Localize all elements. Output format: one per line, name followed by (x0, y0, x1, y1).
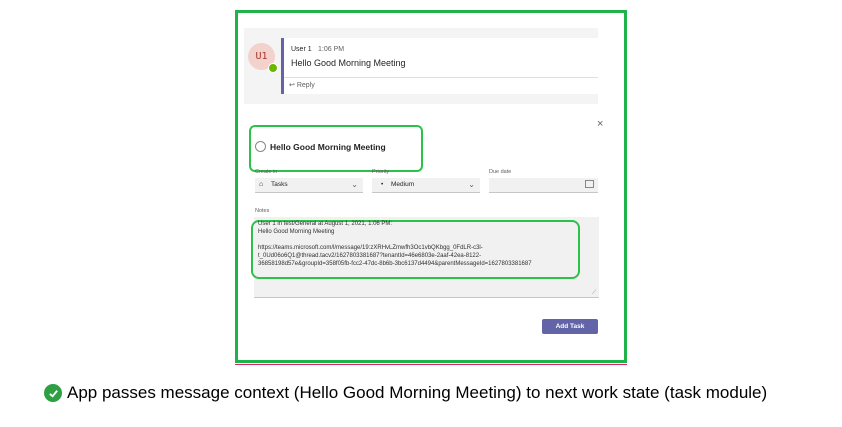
notes-line: 36858198d57e&groupId=358f05fb-fcc2-47dc-… (258, 261, 532, 267)
notes-line: Hello Good Morning Meeting (258, 229, 335, 235)
presence-status-icon (268, 63, 278, 73)
create-in-select[interactable]: ⌂ Tasks ⌄ (255, 178, 363, 193)
priority-value: Medium (391, 181, 415, 188)
message-time: 1:06 PM (318, 46, 345, 53)
message-divider (284, 77, 598, 78)
close-icon[interactable]: × (597, 118, 603, 130)
calendar-icon[interactable] (585, 180, 594, 188)
chevron-down-icon: ⌄ (351, 180, 358, 189)
due-date-label: Due date (489, 169, 512, 175)
add-task-button[interactable]: Add Task (542, 319, 598, 334)
priority-select[interactable]: • Medium ⌄ (372, 178, 480, 193)
home-icon: ⌂ (259, 181, 264, 188)
notes-label: Notes (255, 208, 270, 214)
notes-line: https://teams.microsoft.com/l/message/19… (258, 245, 483, 251)
message-text: Hello Good Morning Meeting (291, 58, 406, 68)
task-title[interactable]: Hello Good Morning Meeting (270, 142, 386, 152)
caption: App passes message context (Hello Good M… (44, 383, 767, 403)
resize-handle-icon[interactable]: ⟋ (592, 290, 596, 297)
reply-icon: ↩ (289, 82, 295, 89)
reply-label: Reply (296, 82, 315, 89)
message-author: User 1 (291, 46, 312, 53)
due-date-input[interactable] (489, 178, 598, 193)
create-in-label: Create in (255, 169, 278, 175)
reply-button[interactable]: ↩ Reply (289, 81, 315, 89)
divider-line (235, 364, 627, 365)
complete-radio[interactable] (255, 141, 266, 152)
notes-line: t_0Ud06o6Q1@thread.tacv2/1627803381687?t… (258, 253, 482, 259)
caption-text: App passes message context (Hello Good M… (67, 383, 768, 402)
create-in-value: Tasks (271, 181, 288, 188)
notes-line: User 1 in test/General at August 1, 2021… (258, 221, 393, 227)
chevron-down-icon: ⌄ (468, 180, 475, 189)
priority-label: Priority (372, 169, 390, 175)
checkmark-icon (44, 384, 62, 402)
priority-dot-icon: • (381, 181, 384, 188)
